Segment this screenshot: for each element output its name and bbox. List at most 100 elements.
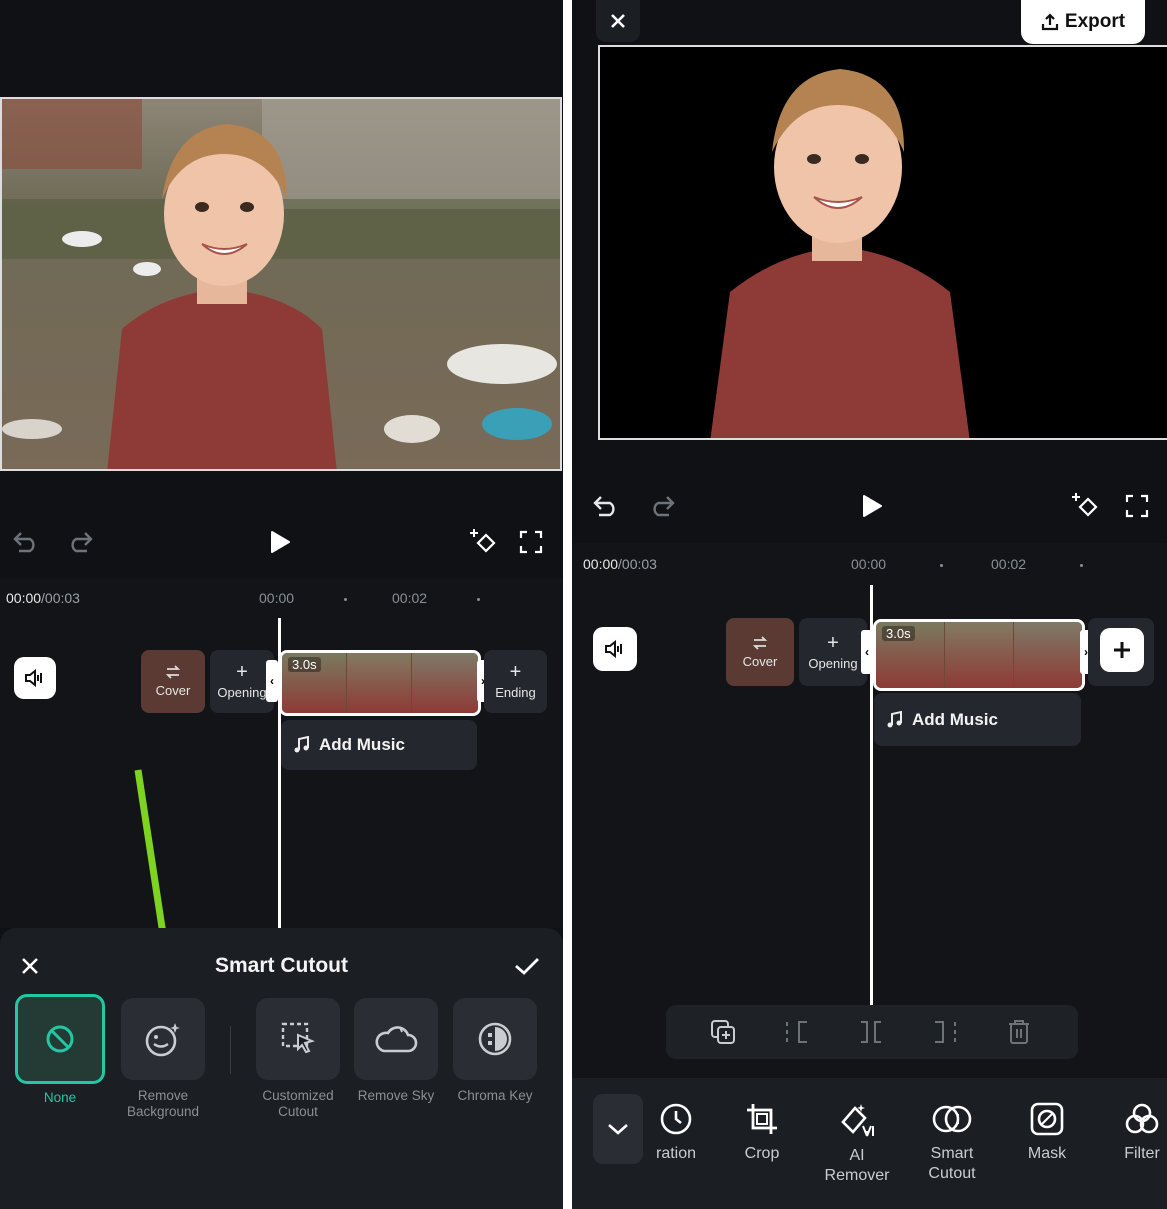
filter-icon xyxy=(1125,1103,1159,1134)
upload-icon xyxy=(1041,13,1059,31)
close-editor-button[interactable] xyxy=(596,0,640,42)
time-readout: 00:00/00:03 xyxy=(6,590,80,606)
opening-chip[interactable]: + Opening xyxy=(799,618,867,686)
tool-ai-remover[interactable]: AI Remover xyxy=(811,1102,903,1186)
add-music-button[interactable]: Add Music xyxy=(874,693,1081,746)
play-button[interactable] xyxy=(266,528,294,556)
check-icon xyxy=(515,958,539,975)
option-box xyxy=(256,998,340,1080)
tick-label: 00:00 xyxy=(851,556,887,572)
option-box xyxy=(453,998,537,1080)
undo-button[interactable] xyxy=(592,492,620,520)
clip-frame xyxy=(347,653,411,713)
video-clip[interactable]: 3.0s xyxy=(279,650,481,716)
left-editor-panel: 00:00/00:03 00:00 00:02 Cover + Opening … xyxy=(0,0,563,1209)
video-clip[interactable]: 3.0s xyxy=(873,619,1085,691)
music-note-icon xyxy=(294,736,309,753)
fullscreen-button[interactable] xyxy=(1124,493,1150,519)
right-editor-panel: Export 00:00/00:03 00:00 00:02 Cover + O… xyxy=(572,0,1167,1209)
playhead[interactable] xyxy=(278,618,281,930)
tool-label: AI Remover xyxy=(824,1147,890,1184)
playhead[interactable] xyxy=(870,585,873,1005)
option-customized-cutout[interactable]: Customized Cutout xyxy=(256,998,340,1120)
clip-edit-toolbar xyxy=(666,1005,1078,1059)
fullscreen-button[interactable] xyxy=(518,529,544,555)
undo-button[interactable] xyxy=(12,528,40,556)
speaker-icon xyxy=(605,640,622,658)
option-remove-background[interactable]: Remove Background xyxy=(121,998,205,1120)
split-icon xyxy=(861,1021,881,1043)
tick-dot xyxy=(344,598,347,601)
video-preview[interactable] xyxy=(0,97,562,471)
split-start-icon xyxy=(786,1021,807,1043)
clip-frame xyxy=(945,622,1013,688)
redo-button[interactable] xyxy=(66,528,94,556)
clip-duration: 3.0s xyxy=(882,626,915,641)
undo-icon xyxy=(13,532,35,553)
redo-icon xyxy=(653,496,675,517)
cloud-icon xyxy=(375,1026,418,1053)
music-note-icon xyxy=(887,710,902,727)
tool-mask[interactable]: Mask xyxy=(1001,1102,1093,1164)
speaker-icon xyxy=(25,669,42,687)
export-button[interactable]: Export xyxy=(1021,0,1145,44)
play-button[interactable] xyxy=(858,492,886,520)
split-button[interactable] xyxy=(856,1018,886,1046)
duplicate-button[interactable] xyxy=(708,1018,738,1046)
undo-icon xyxy=(593,496,615,517)
cover-chip[interactable]: Cover xyxy=(726,618,794,686)
preview-image xyxy=(2,99,560,469)
trash-icon xyxy=(1009,1020,1029,1044)
swap-icon xyxy=(752,635,768,650)
keyframe-button[interactable] xyxy=(467,526,499,558)
option-remove-sky[interactable]: Remove Sky xyxy=(354,998,438,1104)
sheet-title: Smart Cutout xyxy=(215,954,348,977)
mute-button[interactable] xyxy=(14,657,56,699)
clock-icon xyxy=(660,1103,692,1135)
mute-button[interactable] xyxy=(593,627,637,671)
redo-icon xyxy=(71,532,93,553)
opening-chip[interactable]: + Opening xyxy=(210,650,274,713)
tool-label: Mask xyxy=(1027,1145,1067,1162)
split-end-icon xyxy=(935,1021,956,1043)
tick-dot xyxy=(940,564,943,567)
clip-frame xyxy=(412,653,478,713)
option-chroma-key[interactable]: Chroma Key xyxy=(453,998,537,1104)
tool-filter[interactable]: Filter xyxy=(1096,1102,1167,1164)
option-label: Customized Cutout xyxy=(262,1088,334,1119)
tool-label: Filter xyxy=(1124,1145,1160,1162)
redo-button[interactable] xyxy=(648,492,676,520)
option-box xyxy=(121,998,205,1080)
split-start-button[interactable] xyxy=(782,1018,812,1046)
tool-smart-cutout[interactable]: Smart Cutout xyxy=(906,1102,998,1184)
option-divider xyxy=(230,1026,231,1074)
clip-frame xyxy=(1014,622,1082,688)
split-end-button[interactable] xyxy=(930,1018,960,1046)
option-label: Chroma Key xyxy=(457,1088,533,1103)
mask-icon xyxy=(1030,1102,1064,1136)
plus-icon xyxy=(1114,642,1130,658)
clip-duration: 3.0s xyxy=(288,657,321,672)
keyframe-button[interactable] xyxy=(1069,490,1101,522)
add-clip-button[interactable] xyxy=(1100,628,1144,672)
add-music-button[interactable]: Add Music xyxy=(281,720,477,770)
smart-cutout-icon xyxy=(932,1105,972,1133)
tool-label: Smart Cutout xyxy=(928,1145,976,1182)
ending-chip[interactable]: + Ending xyxy=(484,650,547,713)
option-label: Remove Background xyxy=(126,1088,200,1119)
confirm-button[interactable] xyxy=(512,952,542,980)
option-none[interactable]: None xyxy=(15,994,105,1106)
keyframe-icon xyxy=(1072,493,1098,517)
tool-label: Crop xyxy=(744,1145,780,1162)
option-box xyxy=(354,998,438,1080)
cutout-preview[interactable] xyxy=(598,45,1167,440)
sparkle-face-icon xyxy=(145,1023,180,1057)
delete-button[interactable] xyxy=(1004,1018,1034,1046)
tool-crop[interactable]: Crop xyxy=(716,1102,808,1164)
tick-label: 00:02 xyxy=(991,556,1027,572)
keyframe-icon xyxy=(470,529,496,553)
option-box xyxy=(15,994,105,1084)
tool-duration[interactable]: ration xyxy=(630,1102,722,1164)
clip-left-handle[interactable]: ‹ xyxy=(266,660,278,702)
cover-chip[interactable]: Cover xyxy=(141,650,205,713)
